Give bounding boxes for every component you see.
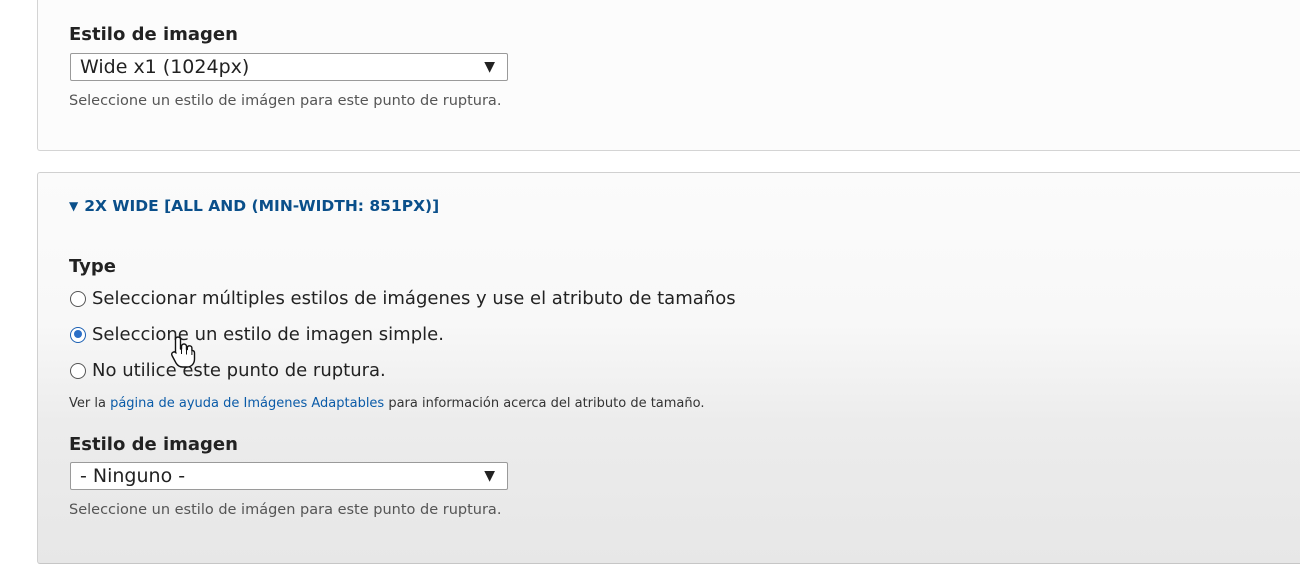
image-style-select-value: - Ninguno - — [80, 465, 186, 487]
help-prefix: Ver la — [69, 396, 111, 411]
image-style-select[interactable]: Wide x1 (1024px) ▼ — [70, 53, 508, 81]
breakpoint-summary-toggle[interactable]: ▼ 2X WIDE [ALL AND (MIN-WIDTH: 851PX)] — [69, 197, 439, 215]
responsive-images-help-link[interactable]: página de ayuda de Imágenes Adaptables — [110, 396, 384, 411]
triangle-down-icon: ▼ — [69, 199, 79, 213]
type-label: Type — [69, 256, 116, 277]
image-style-label: Estilo de imagen — [69, 434, 238, 455]
image-style-select-value: Wide x1 (1024px) — [80, 56, 250, 78]
radio-button[interactable] — [70, 362, 86, 379]
radio-option-label: Seleccione un estilo de imagen simple. — [92, 324, 444, 345]
help-suffix: para información acerca del atributo de … — [384, 396, 705, 411]
chevron-down-icon: ▼ — [484, 59, 495, 75]
breakpoint-summary-label: 2X WIDE [ALL AND (MIN-WIDTH: 851PX)] — [84, 197, 440, 215]
help-text: Ver la página de ayuda de Imágenes Adapt… — [69, 396, 705, 411]
image-style-description: Seleccione un estilo de imágen para este… — [69, 93, 502, 109]
image-style-select[interactable]: - Ninguno - ▼ — [70, 462, 508, 490]
radio-option-label: No utilice este punto de ruptura. — [92, 360, 386, 381]
image-style-description: Seleccione un estilo de imágen para este… — [69, 502, 502, 518]
chevron-down-icon: ▼ — [484, 468, 495, 484]
radio-option-label: Seleccionar múltiples estilos de imágene… — [92, 288, 736, 309]
radio-button-checked[interactable] — [70, 326, 86, 343]
hand-pointer-icon — [170, 336, 196, 368]
image-style-label: Estilo de imagen — [69, 24, 238, 45]
radio-button[interactable] — [70, 290, 86, 307]
radio-option-multiple-styles[interactable]: Seleccionar múltiples estilos de imágene… — [70, 288, 736, 309]
page: Estilo de imagen Wide x1 (1024px) ▼ Sele… — [0, 0, 1300, 574]
radio-option-do-not-use[interactable]: No utilice este punto de ruptura. — [70, 360, 386, 381]
radio-option-single-style[interactable]: Seleccione un estilo de imagen simple. — [70, 324, 444, 345]
